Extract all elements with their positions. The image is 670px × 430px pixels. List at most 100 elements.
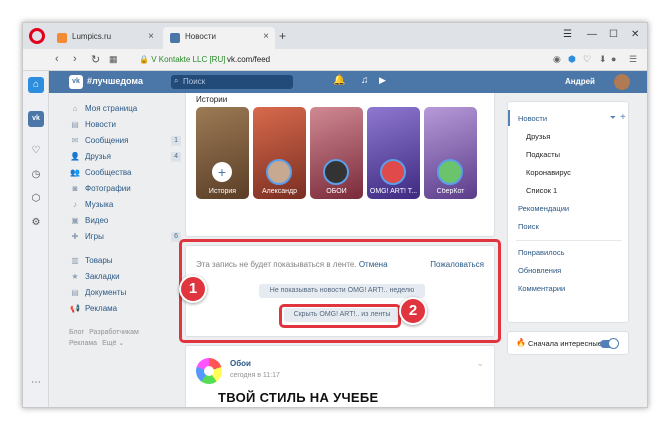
user-name[interactable]: Андрей (565, 77, 595, 86)
bell-icon[interactable]: 🔔 (333, 75, 345, 86)
nav-item-goods[interactable]: ▥ Товары (69, 253, 181, 269)
settings-icon[interactable]: ☰ (629, 54, 637, 65)
hashtag[interactable]: #лучшедома (87, 76, 143, 86)
history-icon[interactable]: ◷ (28, 167, 44, 183)
menu-item-podcasts[interactable]: Подкасты (526, 150, 560, 159)
nav-item-news[interactable]: ▤ Новости (69, 117, 181, 133)
footer-link-more[interactable]: Ещё ⌄ (102, 340, 124, 347)
nav-label: Сообщества (85, 168, 132, 177)
music-note-icon[interactable]: ♫ (361, 75, 369, 86)
add-icon[interactable]: + (620, 112, 626, 123)
story-image (196, 107, 249, 199)
step-badge-1: 1 (179, 275, 207, 303)
nav-label: Товары (85, 256, 113, 265)
url-field[interactable]: vk.com/feed (227, 55, 270, 64)
tab-menu-icon[interactable]: ☰ (563, 29, 572, 40)
story-image (310, 107, 363, 199)
window-close-icon[interactable]: ✕ (631, 29, 639, 40)
vk-sidebar-icon[interactable]: vk (28, 111, 44, 127)
play-icon[interactable]: ▶ (379, 75, 386, 86)
nav-item-music[interactable]: ♪ Музыка (69, 197, 181, 213)
nav-item-video[interactable]: ▣ Видео (69, 213, 181, 229)
menu-item-coronavirus[interactable]: Коронавирус (526, 168, 571, 177)
maximize-icon[interactable]: ☐ (609, 29, 618, 40)
more-icon[interactable]: ⋯ (28, 375, 44, 391)
story-avatar (437, 159, 463, 185)
story-name: СберКот (436, 188, 465, 195)
camera-icon[interactable]: ◉ (553, 54, 561, 65)
menu-item-news[interactable]: Новости (518, 114, 547, 123)
nav-label: Новости (85, 120, 116, 129)
shield-icon[interactable]: ⬢ (568, 54, 576, 65)
menu-item-comments[interactable]: Комментарии (518, 284, 565, 293)
nav-item-ads[interactable]: 📢 Реклама (69, 301, 181, 317)
gear-icon[interactable]: ⚙ (28, 215, 44, 231)
heart-icon[interactable]: ♡ (28, 143, 44, 159)
footer-link-blog[interactable]: Блог (69, 329, 84, 336)
count-badge: 1 (171, 136, 181, 146)
home-icon: ⌂ (72, 104, 78, 113)
avatar[interactable] (196, 358, 222, 384)
profile-icon[interactable]: ● (611, 54, 616, 64)
nav-divider (69, 245, 181, 253)
footer-link-ads[interactable]: Реклама (69, 340, 97, 347)
chevron-down-icon[interactable]: ⌄ (476, 358, 484, 369)
nav-item-photos[interactable]: ◙ Фотографии (69, 181, 181, 197)
menu-item-recommendations[interactable]: Рекомендации (518, 204, 569, 213)
menu-item-liked[interactable]: Понравилось (518, 248, 565, 257)
address-bar: ‹ › ↻ ▦ 🔒 V Kontakte LLC [RU] vk.com/fee… (23, 49, 647, 71)
post-author[interactable]: Обои (230, 359, 251, 368)
nav-item-messages[interactable]: ✉ Сообщения 1 (69, 133, 181, 149)
close-tab-icon[interactable]: × (148, 31, 154, 42)
extensions-icon[interactable]: ⬡ (28, 191, 44, 207)
story-item[interactable]: Александр (253, 107, 306, 199)
avatar[interactable] (614, 74, 630, 90)
download-icon[interactable]: ⬇ (599, 54, 607, 65)
vk-logo-icon[interactable]: vk (69, 75, 83, 89)
interesting-first-toggle[interactable] (600, 338, 619, 349)
minimize-icon[interactable]: — (587, 29, 597, 40)
nav-item-my-page[interactable]: ⌂ Моя страница (69, 101, 181, 117)
nav-label: Сообщения (85, 136, 129, 145)
nav-item-groups[interactable]: 👥 Сообщества (69, 165, 181, 181)
nav-item-bookmarks[interactable]: ★ Закладки (69, 269, 181, 285)
menu-item-friends[interactable]: Друзья (526, 132, 550, 141)
home-icon[interactable]: ⌂ (28, 77, 44, 93)
search-icon: ⌕ (174, 76, 179, 85)
footer-link-developers[interactable]: Разработчикам (89, 329, 139, 336)
nav-item-documents[interactable]: ▤ Документы (69, 285, 181, 301)
story-item[interactable]: OMG! ART! T... (367, 107, 420, 199)
reload-icon[interactable]: ↻ (91, 53, 100, 66)
nav-label: Видео (85, 216, 109, 225)
new-tab-icon[interactable]: + (279, 29, 286, 43)
story-name: ОБОИ (326, 188, 347, 195)
tab-lumpics[interactable]: Lumpics.ru × (50, 27, 160, 49)
search-input[interactable]: ⌕ Поиск (171, 75, 293, 89)
menu-item-list-1[interactable]: Список 1 (526, 186, 557, 195)
security-badge[interactable]: 🔒 V Kontakte LLC [RU] (139, 55, 225, 64)
story-item[interactable]: ОБОИ (310, 107, 363, 199)
forward-icon[interactable]: › (73, 53, 77, 65)
nav-label: Игры (85, 232, 104, 241)
story-item[interactable]: СберКот (424, 107, 477, 199)
heart-icon[interactable]: ♡ (583, 54, 591, 65)
opera-menu-icon[interactable] (29, 28, 45, 44)
nav-item-friends[interactable]: 👤 Друзья 4 (69, 149, 181, 165)
music-icon: ♪ (73, 200, 77, 209)
story-item[interactable]: + История (196, 107, 249, 199)
story-avatar (380, 159, 406, 185)
interesting-first-label: Сначала интересные (528, 339, 602, 348)
tab-news[interactable]: Новости × (163, 27, 275, 49)
back-icon[interactable]: ‹ (55, 53, 59, 65)
post-time[interactable]: сегодня в 11:17 (230, 372, 280, 379)
speed-dial-icon[interactable]: ▦ (109, 54, 118, 65)
menu-item-search[interactable]: Поиск (518, 222, 539, 231)
nav-item-games[interactable]: ✚ Игры 6 (69, 229, 181, 245)
close-tab-icon[interactable]: × (263, 31, 269, 42)
story-name: История (208, 188, 237, 195)
add-story-icon[interactable]: + (212, 162, 232, 182)
ads-icon: 📢 (70, 304, 80, 313)
vk-header: vk #лучшедома ⌕ Поиск 🔔 ♫ ▶ Андрей (49, 71, 647, 93)
filter-icon[interactable]: ⏷ (610, 113, 616, 123)
menu-item-updates[interactable]: Обновления (518, 266, 561, 275)
